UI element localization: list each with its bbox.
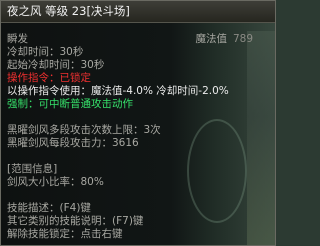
background-pillar xyxy=(247,31,275,245)
skill-tooltip: 夜之风 等级 23[决斗场] 瞬发 魔法值 789 冷却时间：30秒 起始冷却时间… xyxy=(0,0,276,246)
background-ring xyxy=(187,119,247,223)
attack-power: 黑曜剑风每段攻击力：3616 xyxy=(7,137,139,149)
mana-label: 魔法值 xyxy=(195,33,227,45)
mana-value: 789 xyxy=(232,33,253,45)
unlock-skill-hint: 解除技能锁定：点击右键 xyxy=(7,228,123,240)
attack-count: 黑曜剑风多段攻击次数上限：3次 xyxy=(7,124,161,136)
command-lock-status: 操作指令：已锁定 xyxy=(7,72,91,84)
skill-description-key: 技能描述：(F4)键 xyxy=(7,202,91,214)
other-skills-key: 其它类别的技能说明：(F7)键 xyxy=(7,215,144,227)
cooldown: 冷却时间：30秒 xyxy=(7,46,84,58)
start-cooldown: 起始冷却时间：30秒 xyxy=(7,59,105,71)
command-use-bonus: 以操作指令使用：魔法值-4.0% 冷却时间-2.0% xyxy=(7,85,229,97)
skill-type: 瞬发 xyxy=(7,33,28,45)
range-ratio: 剑风大小比率：80% xyxy=(7,176,104,188)
strong-cancel: 强制：可中断普通攻击动作 xyxy=(7,98,133,110)
range-info-header: [范围信息] xyxy=(7,163,58,175)
mana-cost: 魔法值 789 xyxy=(195,34,253,45)
skill-title: 夜之风 等级 23[决斗场] xyxy=(7,4,130,18)
tooltip-header: 夜之风 等级 23[决斗场] xyxy=(1,1,275,23)
